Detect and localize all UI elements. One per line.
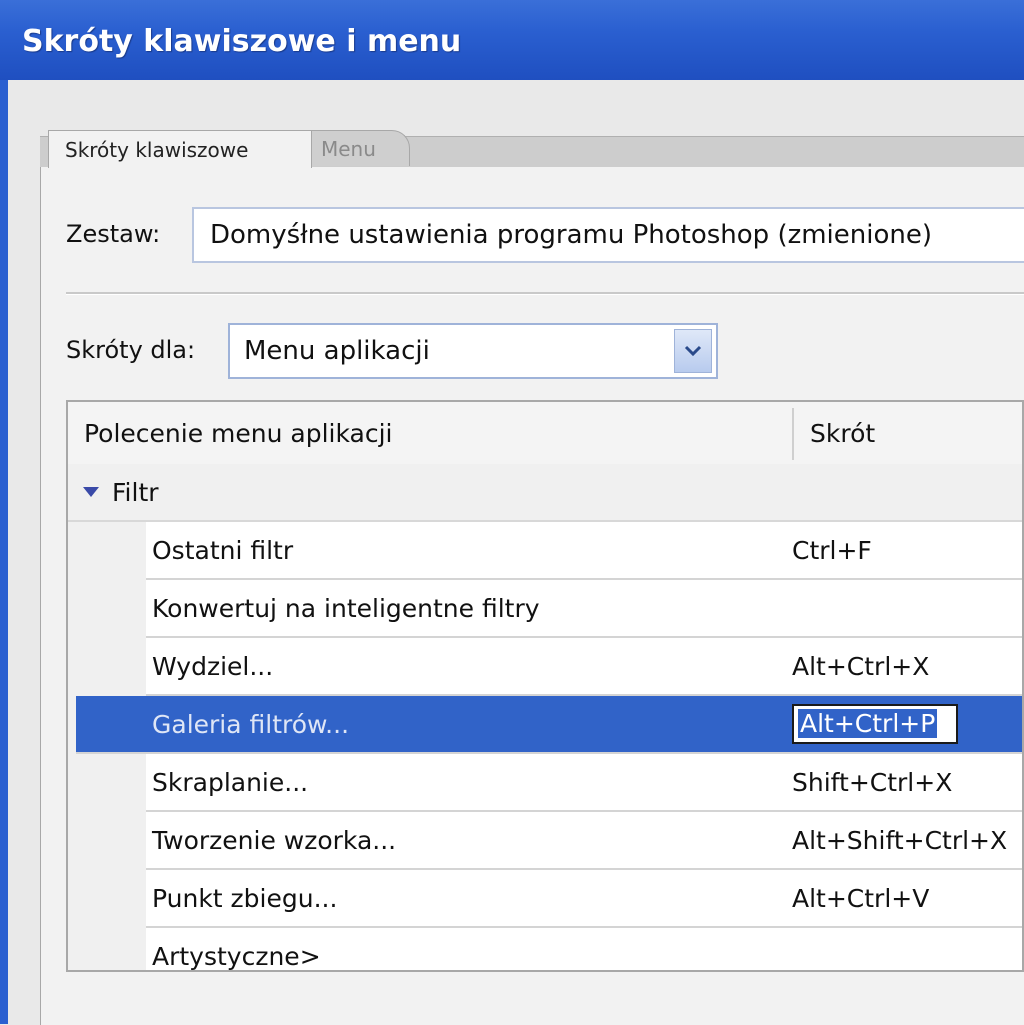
shortcuts-for-value: Menu aplikacji	[244, 336, 430, 366]
column-separator[interactable]	[792, 408, 794, 460]
row-command: Artystyczne>	[152, 942, 321, 971]
chevron-down-icon	[684, 345, 702, 357]
shortcuts-for-label: Skróty dla:	[66, 336, 196, 364]
shortcut-edit-field[interactable]: Alt+Ctrl+P	[792, 704, 958, 744]
set-value: Domyśłne ustawienia programu Photoshop (…	[210, 220, 933, 250]
column-header-command[interactable]: Polecenie menu aplikacji	[84, 402, 393, 464]
row-command: Skraplanie...	[152, 768, 309, 797]
table-row[interactable]: Wydziel... Alt+Ctrl+X	[146, 638, 1022, 696]
row-shortcut[interactable]: Alt+Ctrl+X	[792, 652, 929, 681]
table-row[interactable]: Punkt zbiegu... Alt+Ctrl+V	[146, 870, 1022, 928]
table-row[interactable]: Ostatni filtr Ctrl+F	[146, 522, 1022, 580]
table-row[interactable]: Konwertuj na inteligentne filtry	[146, 580, 1022, 638]
set-label: Zestaw:	[66, 220, 161, 248]
row-shortcut[interactable]: Shift+Ctrl+X	[792, 768, 952, 797]
divider	[66, 292, 1024, 295]
table-row-selected[interactable]: Galeria filtrów... Alt+Ctrl+P	[76, 696, 1022, 754]
shortcuts-for-select[interactable]: Menu aplikacji	[228, 323, 718, 379]
table-header: Polecenie menu aplikacji Skrót	[68, 402, 1022, 466]
column-header-shortcut[interactable]: Skrót	[810, 402, 875, 464]
tab-menu[interactable]: Menu	[300, 130, 410, 166]
window-titlebar[interactable]: Skróty klawiszowe i menu	[0, 0, 1024, 80]
row-command: Wydziel...	[152, 652, 274, 681]
table-row[interactable]: Artystyczne>	[146, 928, 1022, 971]
window-title: Skróty klawiszowe i menu	[22, 24, 462, 59]
row-shortcut[interactable]: Ctrl+F	[792, 536, 872, 565]
triangle-down-icon[interactable]	[82, 486, 100, 498]
row-command: Punkt zbiegu...	[152, 884, 338, 913]
shortcut-edit-value: Alt+Ctrl+P	[798, 709, 938, 738]
tab-keyboard-shortcuts[interactable]: Skróty klawiszowe	[48, 130, 312, 168]
set-select[interactable]: Domyśłne ustawienia programu Photoshop (…	[192, 207, 1024, 263]
dropdown-button[interactable]	[674, 329, 712, 373]
row-command: Konwertuj na inteligentne filtry	[152, 594, 540, 623]
shortcuts-table: Polecenie menu aplikacji Skrót Filtr Ost…	[66, 400, 1024, 972]
row-command: Galeria filtrów...	[152, 710, 350, 739]
row-command: Tworzenie wzorka...	[152, 826, 397, 855]
row-shortcut[interactable]: Alt+Ctrl+V	[792, 884, 929, 913]
row-shortcut[interactable]: Alt+Shift+Ctrl+X	[792, 826, 1007, 855]
window-frame	[0, 80, 8, 1024]
group-label: Filtr	[112, 478, 159, 507]
table-row[interactable]: Skraplanie... Shift+Ctrl+X	[146, 754, 1022, 812]
group-row-filter[interactable]: Filtr	[68, 464, 1022, 522]
table-row[interactable]: Tworzenie wzorka... Alt+Shift+Ctrl+X	[146, 812, 1022, 870]
row-command: Ostatni filtr	[152, 536, 294, 565]
